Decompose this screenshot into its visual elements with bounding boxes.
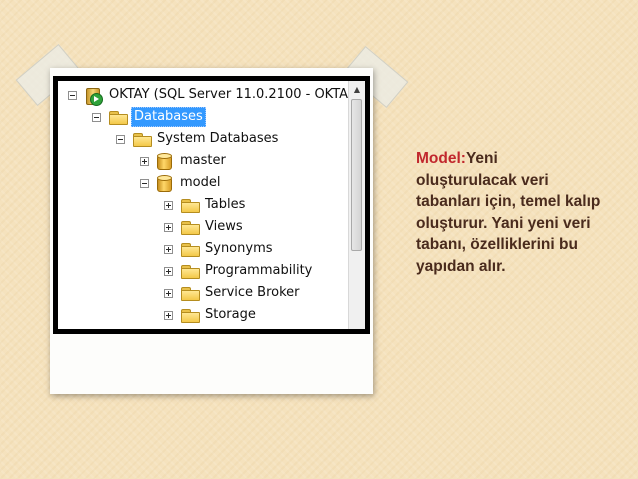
system-databases-label: System Databases xyxy=(157,131,279,146)
tree-node-databases[interactable]: Databases xyxy=(92,107,206,127)
storage-label: Storage xyxy=(205,307,256,322)
tree-node-views[interactable]: Views xyxy=(164,217,245,237)
model-label: model xyxy=(180,175,221,190)
collapse-icon[interactable] xyxy=(92,112,101,122)
tree-node-server[interactable]: OKTAY (SQL Server 11.0.2100 - OKTA xyxy=(68,85,349,106)
expand-icon[interactable] xyxy=(140,156,149,166)
tree-node-system-databases[interactable]: System Databases xyxy=(116,129,280,149)
synonyms-label: Synonyms xyxy=(205,241,273,256)
caption-key: Model: xyxy=(416,150,466,167)
programmability-label: Programmability xyxy=(205,263,313,278)
tree-node-master[interactable]: master xyxy=(140,151,228,171)
object-explorer-tree: OKTAY (SQL Server 11.0.2100 - OKTA Datab… xyxy=(58,81,349,329)
databases-label: Databases xyxy=(131,107,206,127)
tables-label: Tables xyxy=(205,197,246,212)
service-broker-label: Service Broker xyxy=(205,285,300,300)
folder-icon xyxy=(181,286,200,301)
tree-node-model[interactable]: model xyxy=(140,173,222,193)
folder-icon xyxy=(133,132,152,147)
master-label: master xyxy=(180,153,226,168)
tree-node-service-broker[interactable]: Service Broker xyxy=(164,283,302,303)
expand-icon[interactable] xyxy=(164,288,173,298)
caption-body: Yeni oluşturulacak veri tabanları için, … xyxy=(416,150,601,275)
collapse-icon[interactable] xyxy=(140,178,149,188)
collapse-icon[interactable] xyxy=(116,134,125,144)
scroll-up-arrow-icon[interactable]: ▲ xyxy=(349,81,365,97)
tree-node-tables[interactable]: Tables xyxy=(164,195,247,215)
database-icon xyxy=(157,153,172,170)
tree-node-programmability[interactable]: Programmability xyxy=(164,261,314,281)
expand-icon[interactable] xyxy=(164,310,173,320)
expand-icon[interactable] xyxy=(164,266,173,276)
tree-node-storage[interactable]: Storage xyxy=(164,305,258,325)
object-explorer-screenshot: OKTAY (SQL Server 11.0.2100 - OKTA Datab… xyxy=(53,76,370,334)
folder-icon xyxy=(109,110,128,125)
photo-frame: OKTAY (SQL Server 11.0.2100 - OKTA Datab… xyxy=(50,68,373,394)
folder-icon xyxy=(181,242,200,257)
collapse-icon[interactable] xyxy=(68,90,77,100)
expand-icon[interactable] xyxy=(164,244,173,254)
expand-icon[interactable] xyxy=(164,200,173,210)
database-icon xyxy=(157,175,172,192)
slide-caption: Model:Yeni oluşturulacak veri tabanları … xyxy=(416,148,601,277)
object-explorer-panel: OKTAY (SQL Server 11.0.2100 - OKTA Datab… xyxy=(57,80,366,330)
folder-icon xyxy=(181,308,200,323)
folder-icon xyxy=(181,198,200,213)
sql-server-icon xyxy=(85,87,103,106)
expand-icon[interactable] xyxy=(164,222,173,232)
views-label: Views xyxy=(205,219,243,234)
tree-node-synonyms[interactable]: Synonyms xyxy=(164,239,275,259)
folder-icon xyxy=(181,264,200,279)
folder-icon xyxy=(181,220,200,235)
scrollbar-thumb[interactable] xyxy=(351,99,362,251)
server-label: OKTAY (SQL Server 11.0.2100 - OKTA xyxy=(109,87,349,102)
vertical-scrollbar[interactable]: ▲ xyxy=(348,81,365,329)
